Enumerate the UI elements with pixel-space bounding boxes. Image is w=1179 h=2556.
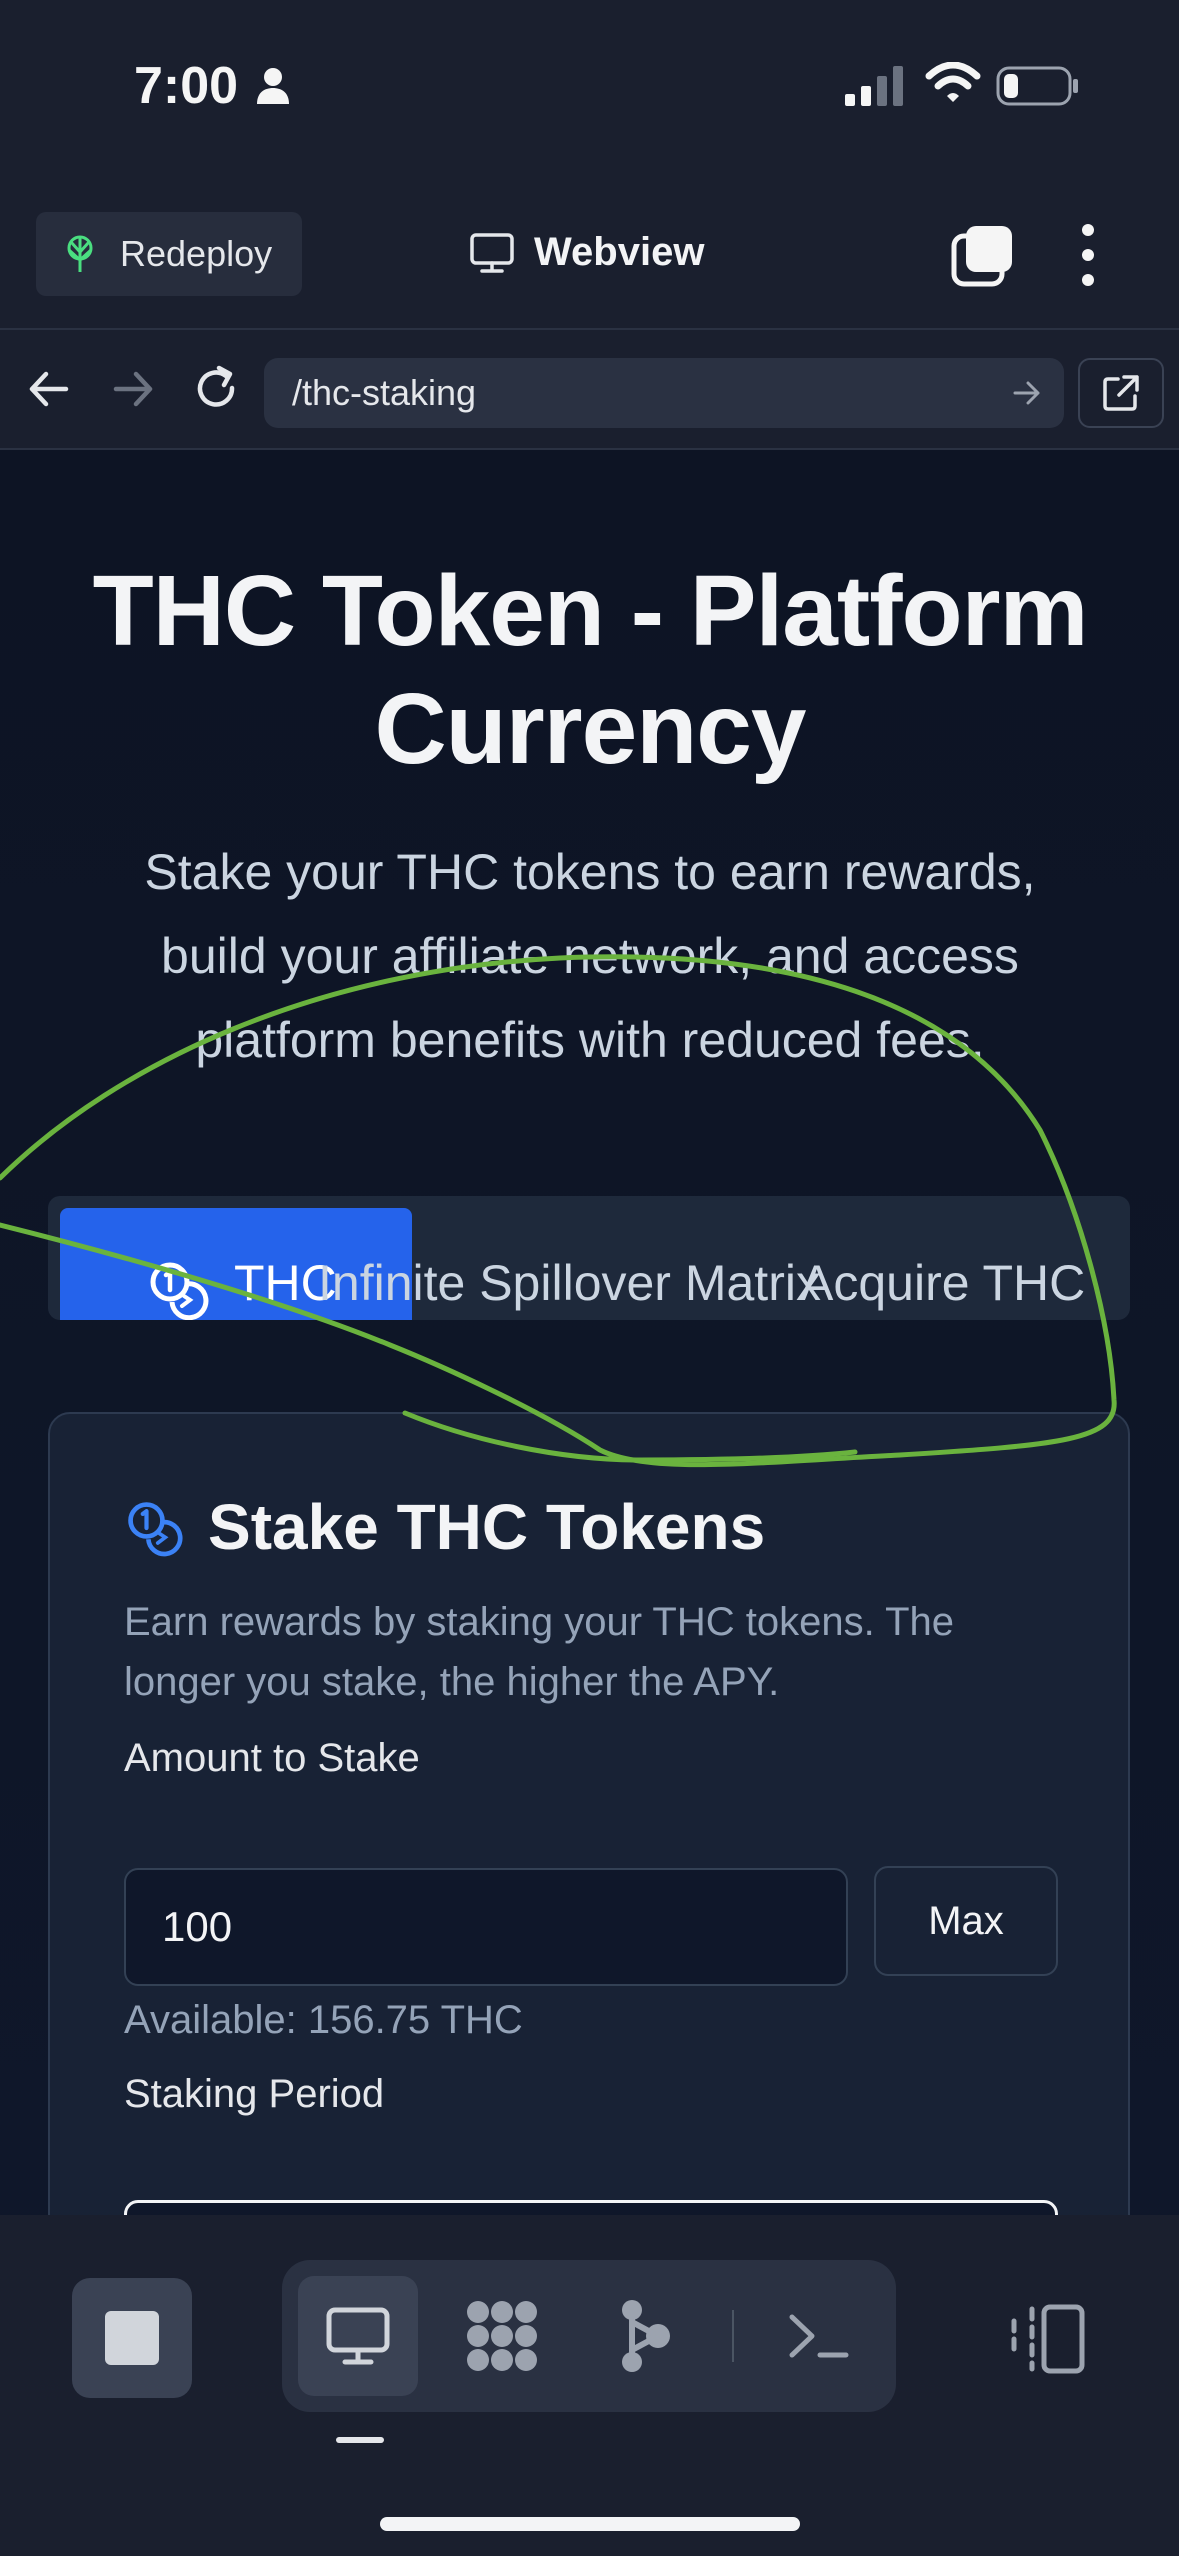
url-field[interactable]: /thc-staking — [264, 358, 1064, 428]
dock-tool-group — [282, 2260, 896, 2412]
available-balance: Available: 156.75 THC — [124, 1998, 523, 2042]
back-icon[interactable] — [24, 364, 74, 414]
redeploy-label: Redeploy — [120, 233, 273, 274]
tab-acquire-thc[interactable]: Acquire THC — [800, 1254, 1085, 1312]
terminal-icon — [789, 2314, 849, 2358]
page-subtitle-line-2: build your affiliate network, and access — [161, 928, 1019, 984]
wifi-icon — [925, 62, 981, 102]
card-description: Earn rewards by staking your THC tokens.… — [124, 1592, 1084, 1712]
stake-card: Stake THC Tokens Earn rewards by staking… — [48, 1412, 1130, 2215]
dock-graph-button[interactable] — [586, 2276, 706, 2396]
stop-button[interactable] — [72, 2278, 192, 2398]
webview-content: THC Token - Platform Currency Stake your… — [0, 450, 1179, 2215]
redeploy-button[interactable]: Redeploy — [36, 212, 302, 296]
signal-icon — [845, 66, 903, 106]
status-time: 7:00 — [134, 57, 239, 115]
page-title-line-1: THC Token - Platform — [92, 555, 1089, 667]
url-text: /thc-staking — [292, 372, 477, 413]
tab-infinite-spillover-matrix[interactable]: Infinite Spillover Matrix — [318, 1254, 821, 1312]
home-indicator[interactable] — [380, 2517, 800, 2531]
stop-icon — [105, 2311, 159, 2365]
open-external-button[interactable] — [1078, 358, 1164, 428]
dock-webview-button[interactable] — [298, 2276, 418, 2396]
coins-icon — [150, 1262, 209, 1320]
active-tab-indicator — [336, 2437, 384, 2443]
dock-grid-button[interactable] — [442, 2276, 562, 2396]
webview-label: Webview — [534, 230, 705, 274]
monitor-icon — [326, 2307, 390, 2365]
coins-icon — [128, 1502, 183, 1557]
screen: 7:00 Redeploy Webview /thc-staking THC T… — [0, 0, 1179, 2556]
card-description-line-1: Earn rewards by staking your THC tokens.… — [124, 1600, 954, 1644]
page-subtitle-line-1: Stake your THC tokens to earn rewards, — [144, 844, 1036, 900]
page-title: THC Token - Platform Currency — [40, 552, 1140, 788]
reload-icon[interactable] — [192, 364, 242, 414]
status-bar: 7:00 — [0, 0, 1179, 180]
staking-period-select[interactable] — [124, 2200, 1058, 2215]
grid-icon — [467, 2301, 537, 2371]
person-icon — [257, 68, 289, 104]
tabs-icon[interactable] — [950, 224, 1014, 288]
card-title: Stake THC Tokens — [208, 1491, 766, 1563]
page-title-line-2: Currency — [374, 673, 806, 785]
graph-icon — [622, 2300, 670, 2372]
dock-divider — [732, 2310, 734, 2362]
page-subtitle: Stake your THC tokens to earn rewards, b… — [90, 830, 1090, 1082]
dock-terminal-button[interactable] — [758, 2276, 878, 2396]
monitor-icon — [470, 232, 514, 273]
amount-input[interactable] — [124, 1868, 848, 1986]
amount-label: Amount to Stake — [124, 1736, 420, 1780]
more-icon[interactable] — [1070, 220, 1106, 290]
redeploy-icon — [67, 235, 93, 272]
go-icon[interactable] — [1012, 378, 1042, 408]
external-link-icon — [1103, 375, 1139, 411]
tab-strip: THC Infinite Spillover Matrix Acquire TH… — [48, 1196, 1130, 1320]
card-description-line-2: longer you stake, the higher the APY. — [124, 1660, 780, 1704]
bottom-dock — [0, 2215, 1179, 2556]
webview-title: Webview — [470, 230, 704, 275]
browser-nav-bar: /thc-staking — [0, 330, 1179, 450]
battery-icon — [996, 66, 1078, 106]
panel-icon[interactable] — [1008, 2301, 1088, 2377]
page-subtitle-line-3: platform benefits with reduced fees. — [195, 1012, 985, 1068]
forward-icon[interactable] — [108, 364, 158, 414]
app-toolbar: Redeploy Webview — [0, 180, 1179, 330]
staking-period-label: Staking Period — [124, 2072, 385, 2116]
max-button[interactable]: Max — [874, 1866, 1058, 1976]
